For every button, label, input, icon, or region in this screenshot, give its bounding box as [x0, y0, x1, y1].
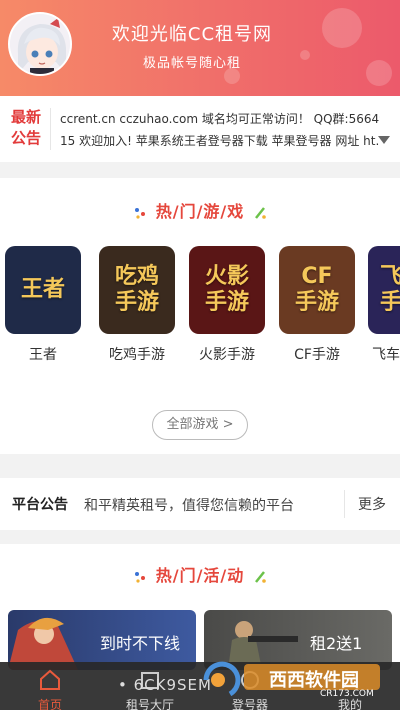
decor-bubble [322, 8, 362, 48]
confetti-icon [255, 571, 266, 583]
notice-bar[interactable]: 最新 公告 ccrent.cn cczuhao.com 域名均可正常访问！ QQ… [0, 96, 400, 162]
platform-notice-text[interactable]: 和平精英租号，值得您信赖的平台 [84, 495, 294, 515]
game-tile-text: 王者 [20, 277, 65, 302]
section-title: 热/门/活/动 [155, 566, 245, 585]
hero-artwork-icon [8, 617, 78, 670]
tab-label: 首页 [37, 698, 62, 710]
more-link[interactable]: 更多 [358, 494, 386, 514]
divider [344, 490, 345, 518]
game-label: 飞车 [372, 347, 400, 363]
game-tile-chiji[interactable]: 吃鸡 手游 [99, 246, 175, 334]
notice-tag-line: 公告 [10, 129, 41, 147]
notice-tag-line: 最新 [10, 108, 41, 126]
tab-home[interactable]: 首页 [0, 662, 100, 710]
floating-marquee-text: • 6CK9SEM [118, 676, 212, 694]
anime-girl-avatar-icon [10, 14, 70, 74]
section-header: 热/门/游/戏 [0, 194, 400, 230]
platform-notice-bar[interactable]: 平台公告 和平精英租号，值得您信赖的平台 更多 [0, 478, 400, 530]
notice-text-line[interactable]: 15 欢迎加入! 苹果系统王者登号器下载 苹果登号器 网址 ht... [60, 132, 380, 149]
game-tile-text: 火影 手游 [204, 264, 249, 315]
game-tile-feiche[interactable]: 飞手 [368, 246, 400, 334]
game-label: CF手游 [294, 347, 340, 363]
confetti-icon [135, 572, 145, 583]
watermark-logo: 西西软件园 CR173.COM [200, 660, 384, 700]
platform-notice-title: 平台公告 [12, 497, 68, 513]
game-label: 火影手游 [199, 347, 255, 363]
app-header: 欢迎光临CC租号网 极品帐号随心租 [0, 0, 400, 96]
game-tile-cf[interactable]: CF 手游 [279, 246, 355, 334]
confetti-icon [135, 208, 145, 219]
game-label: 王者 [29, 347, 57, 363]
section-title: 热/门/游/戏 [155, 202, 245, 221]
game-item[interactable]: 吃鸡 手游 吃鸡手游 [98, 246, 176, 364]
tab-label: 租号大厅 [125, 698, 174, 710]
game-tile-text: CF 手游 [294, 264, 339, 315]
game-item[interactable]: 王者 王者 [4, 246, 82, 364]
game-tile-huoying[interactable]: 火影 手游 [189, 246, 265, 334]
avatar[interactable] [8, 12, 72, 76]
game-item[interactable]: 火影 手游 火影手游 [188, 246, 266, 364]
confetti-icon [255, 207, 266, 219]
game-tile-text: 飞手 [380, 264, 400, 315]
game-tile-text: 吃鸡 手游 [114, 264, 159, 315]
notice-tag: 最新 公告 [6, 107, 46, 149]
section-header: 热/门/活/动 [0, 558, 400, 594]
notice-text-line[interactable]: ccrent.cn cczuhao.com 域名均可正常访问！ QQ群:5664… [60, 110, 380, 127]
divider [50, 108, 51, 150]
home-icon [40, 669, 60, 690]
header-subtitle: 极品帐号随心租 [142, 56, 241, 71]
game-item[interactable]: CF 手游 CF手游 [278, 246, 356, 364]
activity-text: 到时不下线 [100, 634, 181, 653]
game-tile-wangzhe[interactable]: 王者 [5, 246, 81, 334]
game-label: 吃鸡手游 [109, 347, 165, 363]
game-item[interactable]: 飞手 飞车 [368, 246, 400, 364]
activity-banner[interactable]: 到时不下线 [8, 610, 196, 670]
decor-bubble [366, 60, 392, 86]
header-title: 欢迎光临CC租号网 [111, 24, 273, 45]
expand-down-icon[interactable] [378, 136, 390, 144]
watermark-url: CR173.COM [320, 689, 374, 699]
all-games-button[interactable]: 全部游戏 > [152, 410, 248, 440]
activity-text: 租2送1 [310, 634, 363, 653]
hot-games-section: 热/门/游/戏 王者 王者 吃鸡 手游 吃鸡手游 火影 手游 火影手游 CF 手游 C… [0, 178, 400, 454]
